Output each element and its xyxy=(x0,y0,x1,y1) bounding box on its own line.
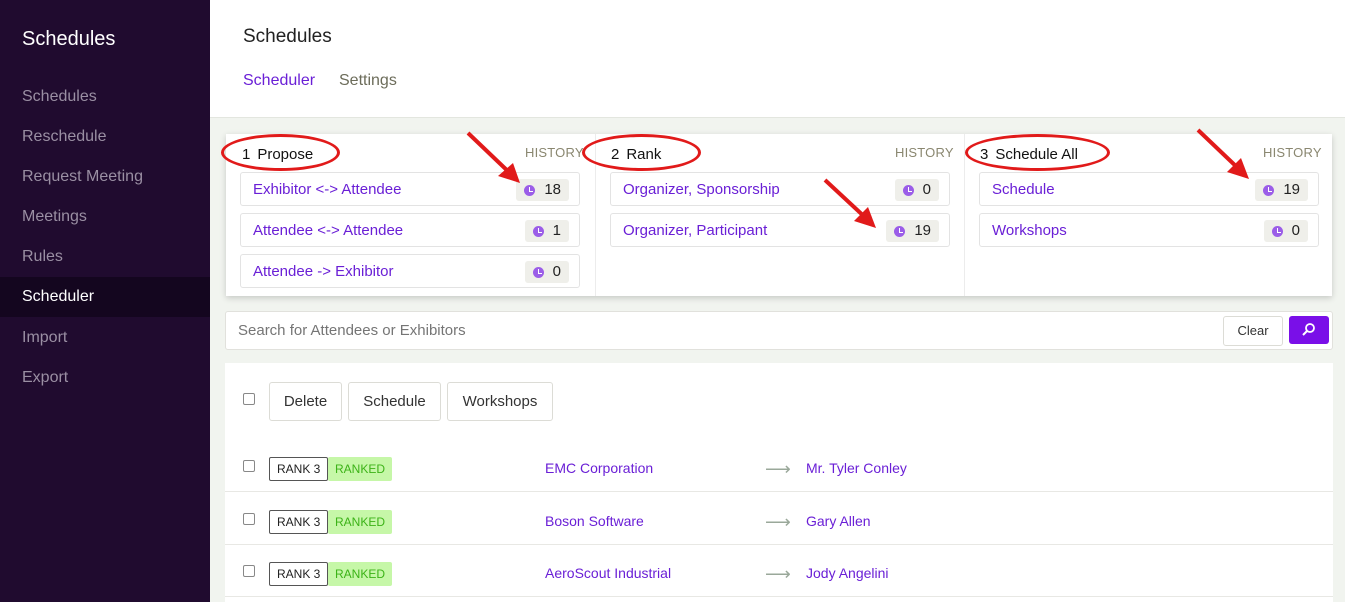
sidebar-item-rules[interactable]: Rules xyxy=(0,237,210,277)
rule-organizer-participant[interactable]: Organizer, Participant 19 xyxy=(610,213,950,247)
attendee-link[interactable]: Jody Angelini xyxy=(806,565,889,581)
rule-schedule[interactable]: Schedule 19 xyxy=(979,172,1319,206)
history-link[interactable]: HISTORY xyxy=(525,145,584,160)
page-title: Schedules xyxy=(243,26,332,47)
clock-icon xyxy=(532,266,544,278)
sidebar-item-export[interactable]: Export xyxy=(0,358,210,398)
table-row: RANK 3 RANKED Boson Software ⟶ Gary Alle… xyxy=(225,493,1333,545)
arrow-right-icon: ⟶ xyxy=(765,459,791,479)
exhibitor-link[interactable]: Boson Software xyxy=(545,513,644,529)
status-badge: RANKED xyxy=(328,457,393,481)
count-value: 19 xyxy=(914,222,931,239)
history-link[interactable]: HISTORY xyxy=(895,145,954,160)
count-value: 0 xyxy=(552,263,561,280)
arrow-right-icon: ⟶ xyxy=(765,512,791,532)
arrow-right-icon: ⟶ xyxy=(765,564,791,584)
clock-icon xyxy=(532,225,544,237)
count-value: 0 xyxy=(1291,222,1300,239)
rule-label: Organizer, Participant xyxy=(623,222,768,239)
sidebar-item-scheduler[interactable]: Scheduler xyxy=(0,277,210,317)
page-header: Schedules Scheduler Settings xyxy=(210,0,1345,118)
sidebar-item-import[interactable]: Import xyxy=(0,318,210,358)
status-badge: RANKED xyxy=(328,562,393,586)
sidebar-item-reschedule[interactable]: Reschedule xyxy=(0,117,210,157)
tab-scheduler[interactable]: Scheduler xyxy=(243,72,315,90)
row-checkbox[interactable] xyxy=(243,565,255,577)
clock-icon xyxy=(1271,225,1283,237)
clear-button[interactable]: Clear xyxy=(1223,316,1283,346)
status-badge: RANKED xyxy=(328,510,393,534)
rule-organizer-sponsorship[interactable]: Organizer, Sponsorship 0 xyxy=(610,172,950,206)
rank-badge: RANK 3 xyxy=(269,510,329,534)
rule-label: Exhibitor <-> Attendee xyxy=(253,181,402,198)
count-value: 18 xyxy=(544,181,561,198)
annotation-oval xyxy=(221,134,340,171)
rule-label: Attendee -> Exhibitor xyxy=(253,263,394,280)
history-count-badge[interactable]: 0 xyxy=(1263,220,1308,242)
rank-badge: RANK 3 xyxy=(269,457,329,481)
rank-badge: RANK 3 xyxy=(269,562,329,586)
history-count-badge[interactable]: 19 xyxy=(886,220,939,242)
history-count-badge[interactable]: 0 xyxy=(524,261,569,283)
schedule-button[interactable]: Schedule xyxy=(348,382,441,421)
search-input[interactable] xyxy=(238,322,1138,339)
rule-label: Schedule xyxy=(992,181,1055,198)
count-value: 0 xyxy=(922,181,931,198)
attendee-link[interactable]: Gary Allen xyxy=(806,513,871,529)
rule-workshops[interactable]: Workshops 0 xyxy=(979,213,1319,247)
attendee-link[interactable]: Mr. Tyler Conley xyxy=(806,460,907,476)
stages-panel: 1 Propose HISTORY Exhibitor <-> Attendee … xyxy=(226,134,1332,296)
table-row: RANK 3 RANKED EMC Corporation ⟶ Mr. Tyle… xyxy=(225,440,1333,492)
history-count-badge[interactable]: 1 xyxy=(524,220,569,242)
rule-label: Organizer, Sponsorship xyxy=(623,181,780,198)
search-bar: Clear xyxy=(225,311,1333,350)
annotation-arrow-icon xyxy=(1196,128,1249,179)
select-all-checkbox[interactable] xyxy=(243,393,255,405)
clock-icon xyxy=(894,225,906,237)
sidebar: Schedules Schedules Reschedule Request M… xyxy=(0,0,210,602)
count-value: 19 xyxy=(1283,181,1300,198)
history-link[interactable]: HISTORY xyxy=(1263,145,1322,160)
sidebar-item-meetings[interactable]: Meetings xyxy=(0,197,210,237)
tab-settings[interactable]: Settings xyxy=(339,72,397,90)
exhibitor-link[interactable]: AeroScout Industrial xyxy=(545,565,671,581)
row-checkbox[interactable] xyxy=(243,513,255,525)
clock-icon xyxy=(524,184,536,196)
sidebar-item-request-meeting[interactable]: Request Meeting xyxy=(0,157,210,197)
clock-icon xyxy=(902,184,914,196)
rule-exhibitor-attendee[interactable]: Exhibitor <-> Attendee 18 xyxy=(240,172,580,206)
annotation-oval xyxy=(965,134,1110,171)
delete-button[interactable]: Delete xyxy=(269,382,342,421)
exhibitor-link[interactable]: EMC Corporation xyxy=(545,460,653,476)
sidebar-item-schedules[interactable]: Schedules xyxy=(0,77,210,117)
rule-label: Attendee <-> Attendee xyxy=(253,222,404,239)
annotation-oval xyxy=(582,134,701,171)
history-count-badge[interactable]: 0 xyxy=(894,179,939,201)
table-row: RANK 3 RANKED AeroScout Industrial ⟶ Jod… xyxy=(225,545,1333,597)
rule-attendee-attendee[interactable]: Attendee <-> Attendee 1 xyxy=(240,213,580,247)
row-checkbox[interactable] xyxy=(243,460,255,472)
workshops-button[interactable]: Workshops xyxy=(447,382,553,421)
annotation-arrow-icon xyxy=(823,178,876,228)
rule-attendee-exhibitor[interactable]: Attendee -> Exhibitor 0 xyxy=(240,254,580,288)
rule-label: Workshops xyxy=(992,222,1067,239)
clock-icon xyxy=(1263,184,1275,196)
search-icon xyxy=(1302,323,1315,336)
annotation-arrow-icon xyxy=(466,131,520,183)
count-value: 1 xyxy=(552,222,561,239)
sidebar-title: Schedules xyxy=(22,28,116,50)
meetings-panel: Delete Schedule Workshops RANK 3 RANKED … xyxy=(225,363,1333,602)
history-count-badge[interactable]: 19 xyxy=(1255,179,1308,201)
search-button[interactable] xyxy=(1289,316,1329,344)
